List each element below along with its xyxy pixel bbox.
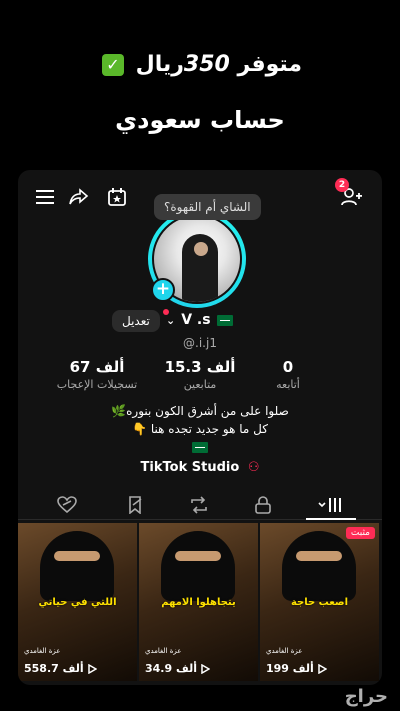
bio-line: صلوا على من أشرق الكون بنوره🌿 bbox=[111, 404, 289, 418]
studio-label: TikTok Studio bbox=[140, 460, 240, 475]
bio-line: كل ما هو جديد تجده هنا 👇 bbox=[132, 422, 268, 436]
video-tag: عزة الغامدي bbox=[24, 647, 61, 655]
play-icon bbox=[87, 663, 97, 674]
headline-prefix: متوفر bbox=[237, 52, 303, 77]
profile-stats: 67 ألف تسجيلات الإعجاب 15.3 ألف متابعين … bbox=[18, 358, 382, 394]
share-icon[interactable] bbox=[66, 184, 92, 210]
tab-videos[interactable] bbox=[316, 494, 346, 516]
headline-suffix: ريال bbox=[135, 52, 184, 77]
add-friend-button[interactable]: 2 bbox=[335, 178, 364, 210]
video-tag: عزة الغامدي bbox=[266, 647, 303, 655]
active-tab-indicator bbox=[306, 518, 356, 520]
site-watermark: حراج bbox=[344, 686, 388, 707]
menu-icon[interactable] bbox=[32, 184, 58, 210]
display-name: V .s bbox=[181, 312, 211, 328]
content-tabs bbox=[18, 490, 382, 520]
video-tag: عزة الغامدي bbox=[145, 647, 182, 655]
checkmark-icon: ✓ bbox=[101, 54, 124, 76]
profile-screenshot: 2 الشاي أم القهوة؟ + تعديل ⌄ V .s @.i.j1… bbox=[18, 170, 382, 685]
username: @.i.j1 bbox=[183, 336, 217, 350]
tab-private[interactable] bbox=[248, 494, 278, 516]
red-dot-icon bbox=[163, 308, 169, 315]
video-caption: يتجاهلوا الامهم bbox=[161, 597, 236, 608]
notification-badge: 2 bbox=[335, 178, 349, 192]
view-value: 558.7 ألف bbox=[24, 662, 84, 675]
view-count: 199 ألف bbox=[266, 662, 327, 675]
view-count: 558.7 ألف bbox=[24, 662, 97, 675]
stat-value: 15.3 ألف bbox=[164, 358, 236, 376]
video-caption: اصعب حاجة bbox=[290, 597, 349, 608]
saudi-flag-icon bbox=[216, 314, 233, 326]
video-caption: اللتي في حياتي bbox=[38, 597, 117, 608]
display-name-row[interactable]: ⌄ V .s bbox=[163, 308, 233, 328]
video-grid: اللتي في حياتي عزة الغامدي 558.7 ألف يتج… bbox=[18, 523, 382, 685]
stat-likes: 67 ألف تسجيلات الإعجاب bbox=[52, 358, 142, 391]
add-story-button[interactable]: + bbox=[151, 278, 175, 302]
price-headline: متوفر 350ريال ✓ bbox=[0, 52, 400, 77]
tab-reposts[interactable] bbox=[184, 494, 214, 516]
stat-label: تسجيلات الإعجاب bbox=[56, 378, 138, 391]
play-icon bbox=[201, 663, 210, 674]
video-thumbnail[interactable]: اللتي في حياتي عزة الغامدي 558.7 ألف bbox=[18, 523, 137, 681]
tab-favorites[interactable] bbox=[120, 494, 150, 516]
stat-label: متابعين bbox=[183, 378, 217, 391]
headline-amount: 350 bbox=[183, 52, 230, 77]
account-headline: حساب سعودي bbox=[115, 106, 285, 134]
view-value: 34.9 ألف bbox=[145, 662, 197, 675]
stat-label: أتابعه bbox=[276, 378, 300, 391]
stat-following[interactable]: 0 أتابعه bbox=[243, 358, 333, 391]
tab-liked[interactable] bbox=[52, 494, 82, 516]
stat-followers[interactable]: 15.3 ألف متابعين bbox=[155, 358, 245, 391]
tiktok-studio-link[interactable]: TikTok Studio ⚇ bbox=[18, 460, 382, 475]
video-thumbnail[interactable]: اصعب حاجة عزة الغامدي مثبت 199 ألف bbox=[260, 523, 379, 681]
stat-value: 67 ألف bbox=[69, 358, 125, 376]
chevron-down-icon[interactable]: ⌄ bbox=[163, 308, 175, 327]
view-count: 34.9 ألف bbox=[145, 662, 210, 675]
avatar-note-bubble[interactable]: الشاي أم القهوة؟ bbox=[154, 194, 261, 220]
view-value: 199 ألف bbox=[266, 662, 314, 675]
video-thumbnail[interactable]: يتجاهلوا الامهم عزة الغامدي 34.9 ألف bbox=[139, 523, 258, 681]
stat-value: 0 bbox=[282, 358, 294, 376]
profile-bio: صلوا على من أشرق الكون بنوره🌿 كل ما هو ج… bbox=[18, 402, 382, 456]
edit-profile-button[interactable]: تعديل bbox=[112, 310, 160, 332]
saudi-flag-icon bbox=[192, 442, 208, 453]
user-plus-icon: ⚇ bbox=[247, 460, 260, 475]
pinned-badge: مثبت bbox=[345, 527, 375, 539]
play-icon bbox=[318, 663, 327, 674]
calendar-star-icon[interactable] bbox=[104, 184, 130, 210]
